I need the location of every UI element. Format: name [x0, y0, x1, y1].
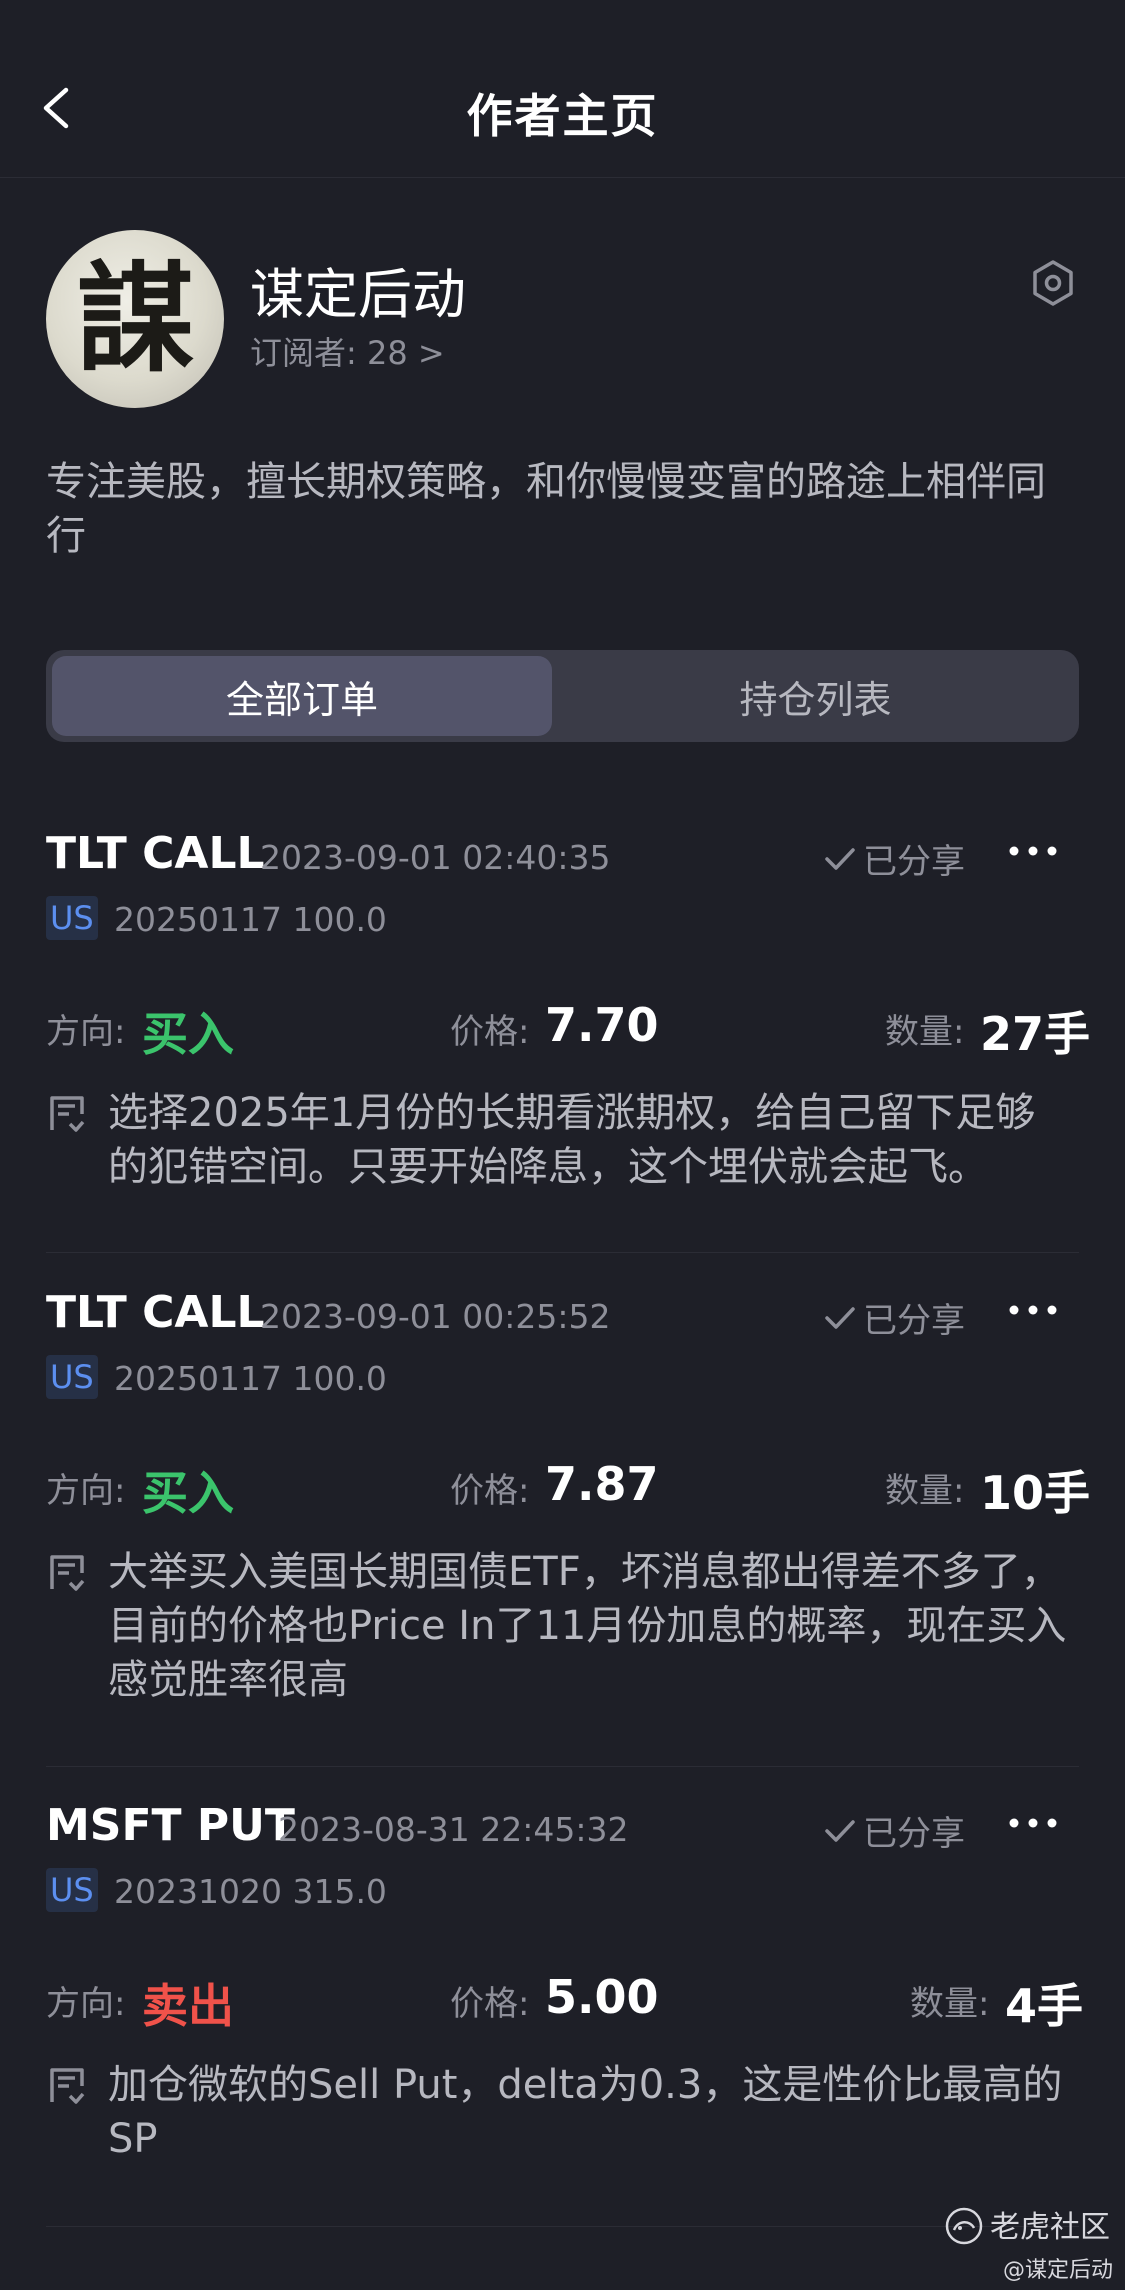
order-timestamp: 2023-08-31 22:45:32	[278, 1810, 629, 1849]
avatar-glyph: 謀	[75, 249, 194, 388]
contract-info: 20231020 315.0	[114, 1872, 387, 1911]
tab-positions[interactable]: 持仓列表	[558, 656, 1073, 736]
price-label: 价格:	[450, 1471, 530, 1511]
quantity-label: 数量:	[885, 1012, 965, 1052]
contract-info: 20250117 100.0	[114, 1359, 387, 1398]
watermark-title: 老虎社区	[990, 2210, 1110, 2245]
quantity-value: 4手	[1005, 1979, 1084, 2033]
order-note: 大举买入美国长期国债ETF，坏消息都出得差不多了，目前的价格也Price In了…	[108, 1549, 1067, 1703]
page-title: 作者主页	[466, 89, 659, 143]
quantity-value: 10手	[980, 1466, 1091, 1520]
divider	[46, 1252, 1079, 1253]
order-timestamp: 2023-09-01 02:40:35	[260, 838, 611, 877]
settings-icon[interactable]	[1030, 258, 1076, 308]
quantity-label: 数量:	[885, 1471, 965, 1511]
check-icon	[825, 1306, 855, 1329]
tiger-logo-icon	[945, 2207, 983, 2245]
price-value: 7.70	[545, 998, 659, 1052]
divider	[46, 2226, 1079, 2227]
shared-status: 已分享	[823, 834, 965, 883]
note-icon	[50, 1096, 85, 1132]
check-icon	[825, 847, 855, 870]
more-icon[interactable]	[1006, 834, 1060, 868]
author-profile-page: 作者主页 謀 谋定后动 订阅者: 28 > 专注美股，擅长期权策略，和你慢慢变富…	[0, 0, 1125, 2290]
direction-label: 方向:	[46, 1471, 126, 1511]
author-name: 谋定后动	[250, 263, 466, 326]
note-icon	[50, 2068, 85, 2104]
order-symbol: TLT CALL	[46, 1287, 265, 1338]
more-icon[interactable]	[1006, 1806, 1060, 1840]
divider	[46, 1766, 1079, 1767]
shared-label: 已分享	[863, 1814, 965, 1854]
direction-label: 方向:	[46, 1012, 126, 1052]
shared-status: 已分享	[823, 1806, 965, 1855]
top-nav-bar: 作者主页	[0, 0, 1125, 178]
order-symbol: TLT CALL	[46, 828, 265, 879]
order-timestamp: 2023-09-01 00:25:52	[260, 1297, 611, 1336]
shared-status: 已分享	[823, 1293, 965, 1342]
market-badge: US	[46, 1868, 98, 1912]
order-note: 加仓微软的Sell Put，delta为0.3，这是性价比最高的SP	[108, 2062, 1063, 2162]
direction-label: 方向:	[46, 1984, 126, 2024]
price-label: 价格:	[450, 1012, 530, 1052]
direction-value: 卖出	[142, 1979, 234, 2033]
subscriber-count-link[interactable]: 订阅者: 28 >	[250, 328, 445, 374]
market-badge: US	[46, 1355, 98, 1399]
quantity-label: 数量:	[910, 1984, 990, 2024]
watermark-user: @谋定后动	[1003, 2258, 1114, 2283]
order-note: 选择2025年1月份的长期看涨期权，给自己留下足够的犯错空间。只要开始降息，这个…	[108, 1090, 1036, 1190]
direction-value: 买入	[142, 1466, 234, 1520]
author-bio: 专注美股，擅长期权策略，和你慢慢变富的路途上相伴同行	[46, 459, 1046, 559]
shared-label: 已分享	[863, 842, 965, 882]
check-icon	[825, 1819, 855, 1842]
contract-info: 20250117 100.0	[114, 900, 387, 939]
avatar[interactable]: 謀	[46, 230, 224, 408]
price-label: 价格:	[450, 1984, 530, 2024]
quantity-value: 27手	[980, 1007, 1091, 1061]
direction-value: 买入	[142, 1007, 234, 1061]
note-icon	[50, 1555, 85, 1591]
more-icon[interactable]	[1006, 1293, 1060, 1327]
order-symbol: MSFT PUT	[46, 1800, 295, 1851]
price-value: 7.87	[545, 1457, 659, 1511]
shared-label: 已分享	[863, 1301, 965, 1341]
market-badge: US	[46, 896, 98, 940]
order-tabs: 全部订单 持仓列表	[46, 650, 1079, 742]
tab-all-orders[interactable]: 全部订单	[52, 656, 552, 736]
price-value: 5.00	[545, 1970, 659, 2024]
